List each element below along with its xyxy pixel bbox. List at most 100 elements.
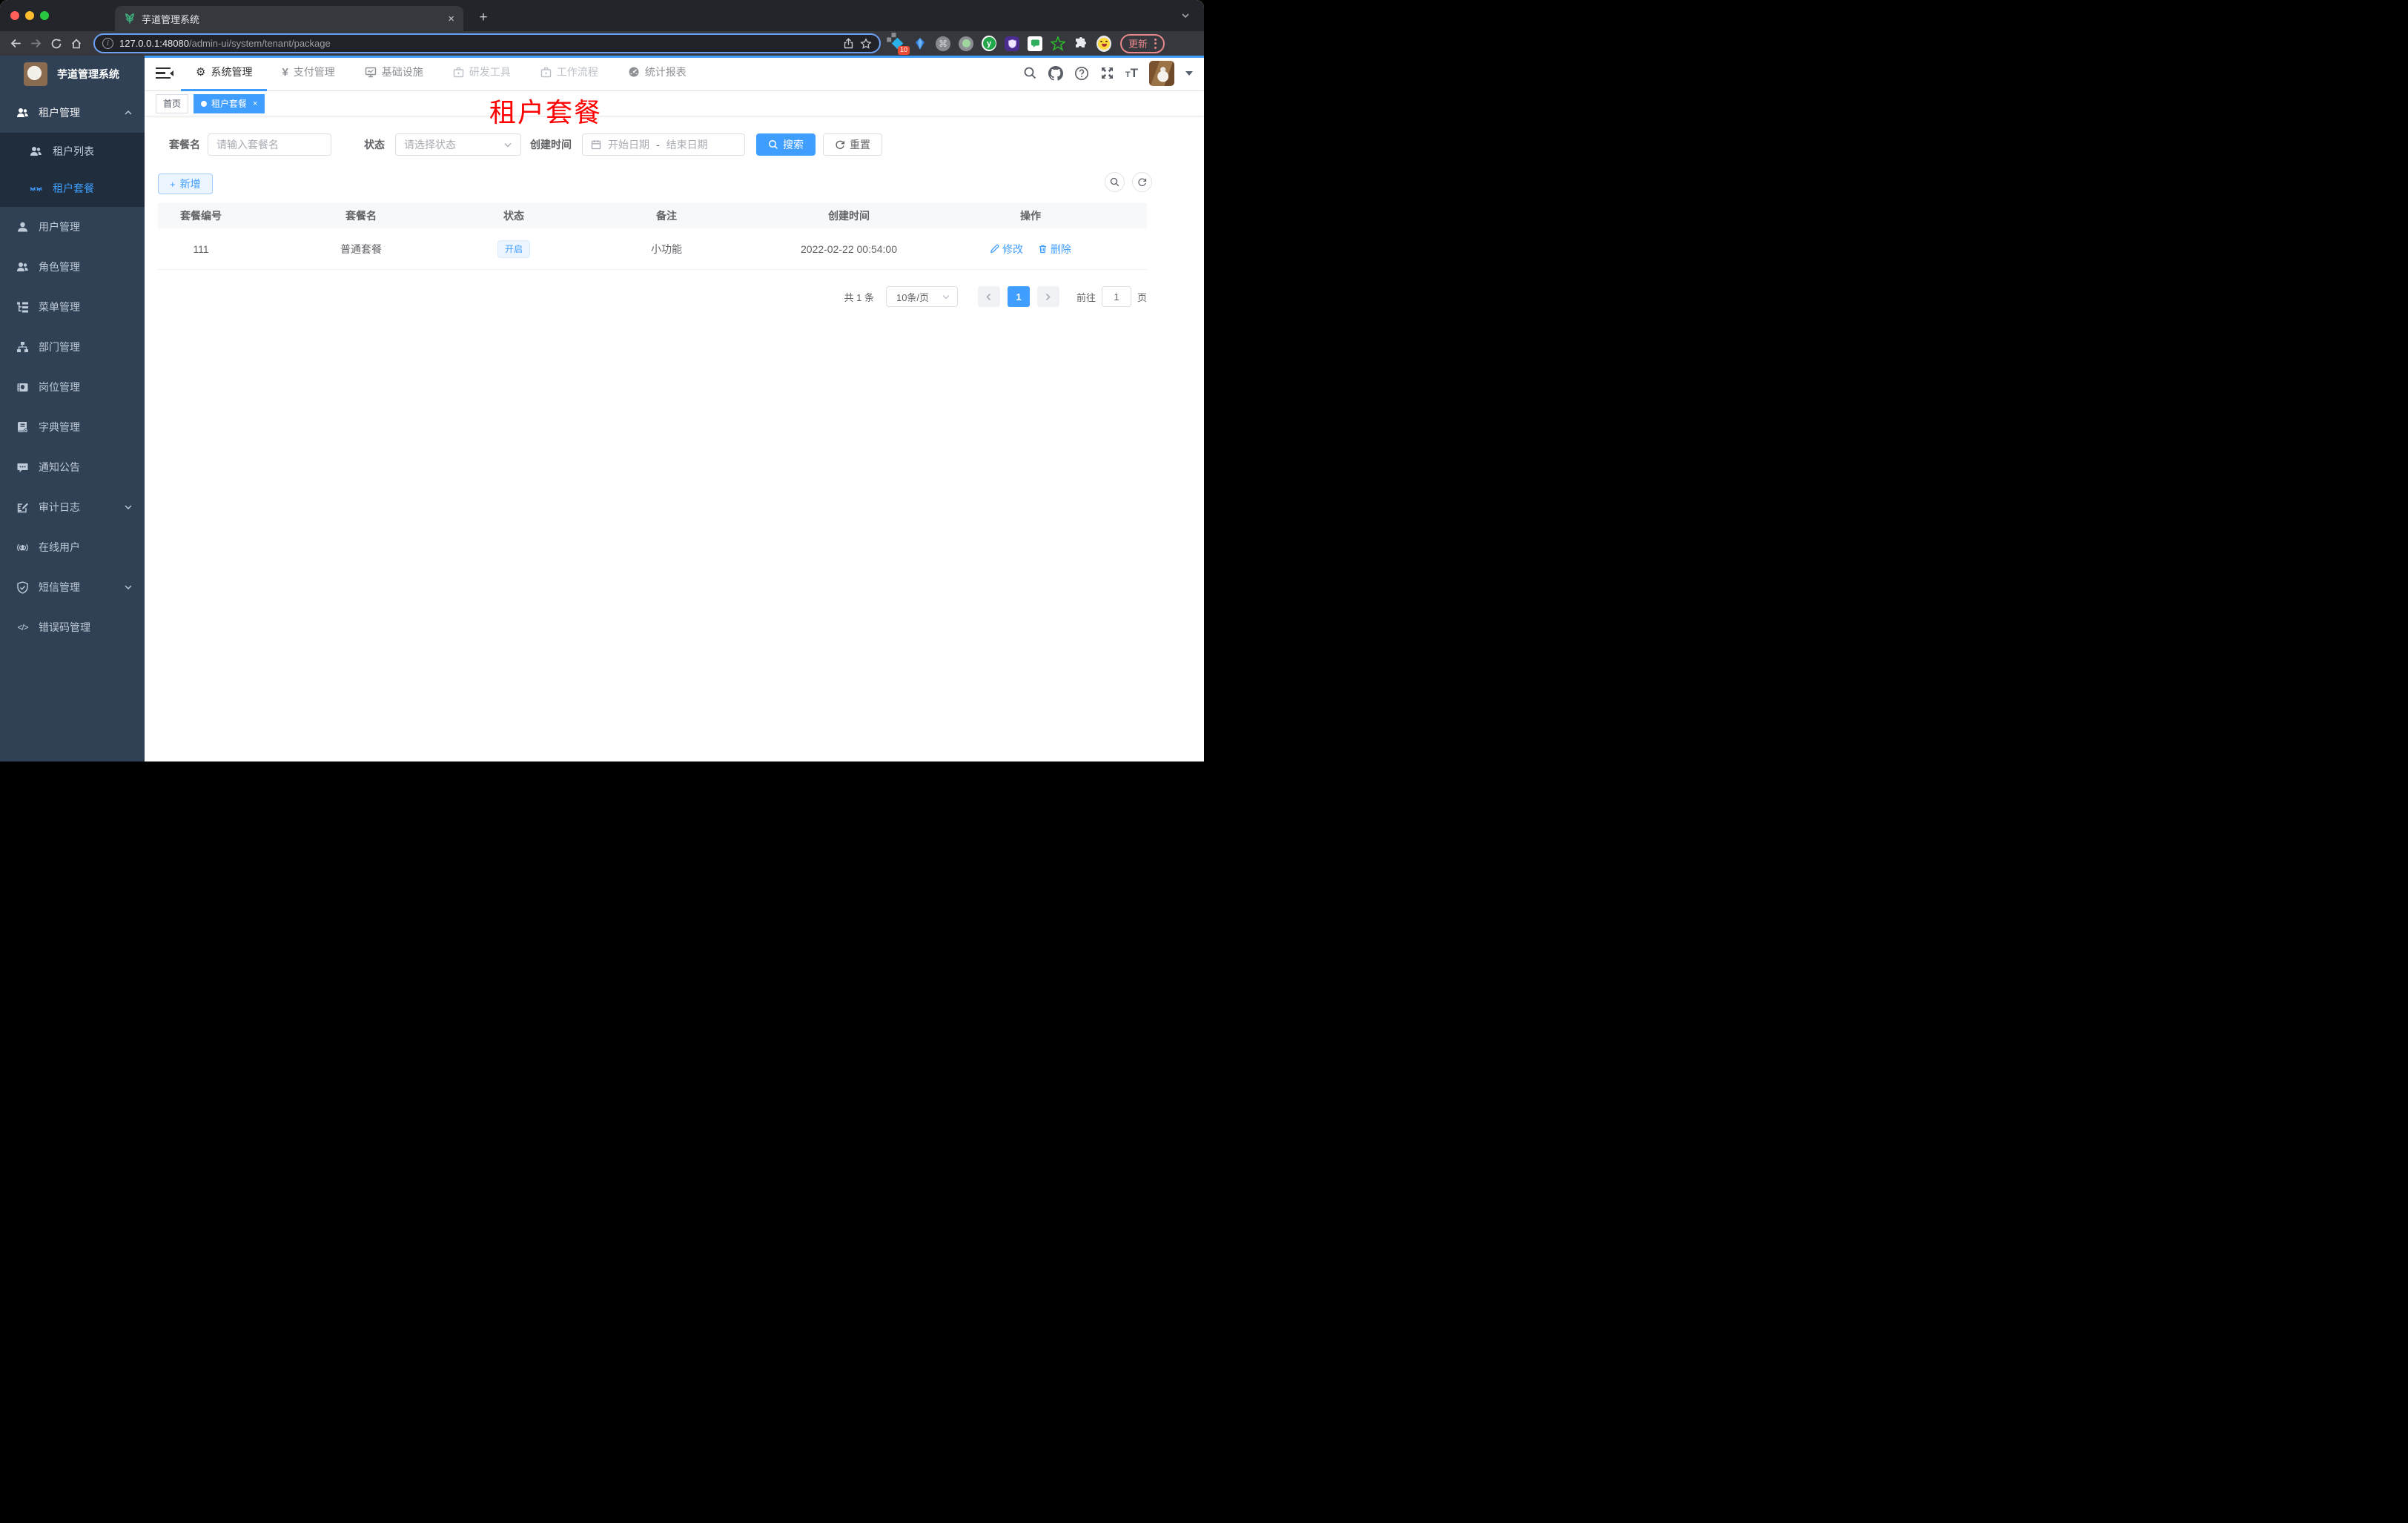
top-nav-system[interactable]: ⚙ 系统管理 <box>181 56 268 91</box>
sidebar-item-online-users[interactable]: 在线用户 <box>0 527 145 567</box>
show-search-button[interactable] <box>1105 172 1125 192</box>
sidebar-item-label: 用户管理 <box>39 221 80 233</box>
favicon-plant-icon <box>125 13 134 24</box>
extension-shield-icon[interactable] <box>1005 36 1019 51</box>
browser-menu-kebab-icon[interactable] <box>1154 38 1157 49</box>
log-icon <box>16 501 29 514</box>
font-size-icon[interactable]: TT <box>1125 67 1138 79</box>
extension-chat-icon[interactable] <box>1028 36 1042 51</box>
create-time-label: 创建时间 <box>530 139 572 151</box>
window-controls <box>10 11 49 20</box>
sidebar-item-post-management[interactable]: 岗位管理 <box>0 367 145 407</box>
trash-icon <box>1039 245 1046 254</box>
browser-toolbar: i 127.0.0.1:48080/admin-ui/system/tenant… <box>0 31 1204 56</box>
next-page-button[interactable] <box>1036 286 1059 307</box>
sidebar-item-tenant-package[interactable]: 租户套餐 <box>0 170 145 207</box>
sidebar-item-notice[interactable]: 通知公告 <box>0 447 145 487</box>
fullscreen-icon[interactable] <box>1100 66 1114 80</box>
extensions-puzzle-icon[interactable] <box>1074 36 1088 51</box>
site-info-icon[interactable]: i <box>102 38 113 49</box>
zoom-window-button[interactable] <box>40 11 49 20</box>
goto-page-input[interactable] <box>1101 286 1131 307</box>
delete-link[interactable]: 删除 <box>1038 242 1071 257</box>
sidebar-logo-row[interactable]: 芋道管理系统 <box>0 56 145 93</box>
sidebar-item-label: 通知公告 <box>39 461 80 473</box>
avatar-caret-icon[interactable] <box>1185 70 1193 79</box>
back-button[interactable] <box>6 33 26 53</box>
reload-button[interactable] <box>46 33 66 53</box>
col-header: 套餐名 <box>345 210 377 222</box>
tag-tenant-package[interactable]: 租户套餐 × <box>194 93 265 113</box>
user-icon <box>16 221 29 234</box>
tag-home[interactable]: 首页 <box>156 93 189 113</box>
sidebar-item-tenant-list[interactable]: 租户列表 <box>0 133 145 170</box>
github-icon[interactable] <box>1048 65 1063 81</box>
top-nav-infra[interactable]: 基础设施 <box>350 56 438 91</box>
plus-icon: + <box>170 178 176 190</box>
extension-record-icon[interactable] <box>959 36 973 51</box>
question-icon[interactable] <box>1074 66 1089 81</box>
share-icon[interactable] <box>843 38 854 49</box>
sidebar-item-tenant-management[interactable]: 租户管理 <box>0 93 145 133</box>
sidebar-item-label: 岗位管理 <box>39 381 80 393</box>
close-window-button[interactable] <box>10 11 19 20</box>
sidebar-item-menu-management[interactable]: 菜单管理 <box>0 287 145 327</box>
page-size-select[interactable]: 10条/页 <box>885 286 958 307</box>
minimize-window-button[interactable] <box>25 11 34 20</box>
extension-y-icon[interactable]: y <box>982 36 996 51</box>
sidebar-item-role-management[interactable]: 角色管理 <box>0 247 145 287</box>
sidebar-item-sms-management[interactable]: 短信管理 <box>0 567 145 607</box>
col-header: 备注 <box>656 210 677 222</box>
top-nav-payment[interactable]: ¥ 支付管理 <box>267 56 349 91</box>
address-bar[interactable]: i 127.0.0.1:48080/admin-ui/system/tenant… <box>93 33 881 53</box>
top-nav: ⚙ 系统管理 ¥ 支付管理 基础设施 研发工具 工作流程 统计报表 <box>181 56 701 91</box>
forward-button[interactable] <box>26 33 46 53</box>
update-label: 更新 <box>1128 39 1148 50</box>
top-nav-dev-tools[interactable]: 研发工具 <box>438 56 526 91</box>
sidebar-collapse-icon[interactable] <box>156 67 173 79</box>
bookmark-star-icon[interactable] <box>860 37 872 50</box>
browser-update-button[interactable]: 更新 <box>1120 33 1165 53</box>
extension-diamond-icon[interactable]: 10 <box>890 36 910 55</box>
sidebar-item-label: 角色管理 <box>39 261 80 273</box>
tab-search-chevron-icon[interactable] <box>1180 10 1191 21</box>
goto-label: 前往 <box>1076 291 1096 303</box>
search-icon[interactable] <box>1023 66 1037 80</box>
refresh-table-button[interactable] <box>1132 172 1152 192</box>
edit-link[interactable]: 修改 <box>990 242 1023 257</box>
reset-button[interactable]: 重置 <box>823 133 882 156</box>
prev-page-button[interactable] <box>977 286 1000 307</box>
home-button[interactable] <box>66 33 86 53</box>
url-text[interactable]: 127.0.0.1:48080/admin-ui/system/tenant/p… <box>119 38 837 49</box>
sidebar-item-label: 短信管理 <box>39 581 80 593</box>
status-select[interactable]: 请选择状态 <box>395 133 521 156</box>
tab-close-icon[interactable]: × <box>448 13 454 25</box>
sidebar-item-error-code[interactable]: </> 错误码管理 <box>0 607 145 647</box>
sidebar-item-audit-log[interactable]: 审计日志 <box>0 487 145 527</box>
logo-rabbit-image <box>24 62 47 86</box>
col-header: 状态 <box>503 210 524 222</box>
browser-tab[interactable]: 芋道管理系统 × <box>115 6 463 31</box>
top-nav-workflow[interactable]: 工作流程 <box>526 56 613 91</box>
search-button[interactable]: 搜索 <box>756 133 816 156</box>
browser-tabstrip: 芋道管理系统 × + <box>0 0 1204 31</box>
pagination-total: 共 1 条 <box>844 291 874 303</box>
profile-avatar-emoji[interactable] <box>1096 35 1111 52</box>
name-input[interactable] <box>208 133 331 156</box>
new-tab-button[interactable]: + <box>474 8 493 27</box>
top-nav-report[interactable]: 统计报表 <box>613 56 701 91</box>
sidebar-item-dept-management[interactable]: 部门管理 <box>0 327 145 367</box>
sidebar-item-user-management[interactable]: 用户管理 <box>0 207 145 247</box>
user-avatar[interactable] <box>1149 60 1174 86</box>
add-button[interactable]: + 新增 <box>158 174 213 194</box>
post-icon <box>16 381 29 394</box>
tag-close-icon[interactable]: × <box>253 99 257 108</box>
extension-command-icon[interactable]: ⌘ <box>936 36 950 51</box>
col-header: 创建时间 <box>828 210 870 222</box>
extension-gem-icon[interactable] <box>913 36 927 51</box>
date-range-picker[interactable]: 开始日期 - 结束日期 <box>582 133 745 156</box>
sidebar-item-dict-management[interactable]: 字典管理 <box>0 407 145 447</box>
extension-star-icon[interactable] <box>1051 36 1065 51</box>
app-root: 芋道管理系统 租户管理 租户列表 租户套餐 用户管理 角色管理 菜单管理 部门管… <box>0 56 1204 762</box>
page-number-1[interactable]: 1 <box>1007 286 1030 307</box>
